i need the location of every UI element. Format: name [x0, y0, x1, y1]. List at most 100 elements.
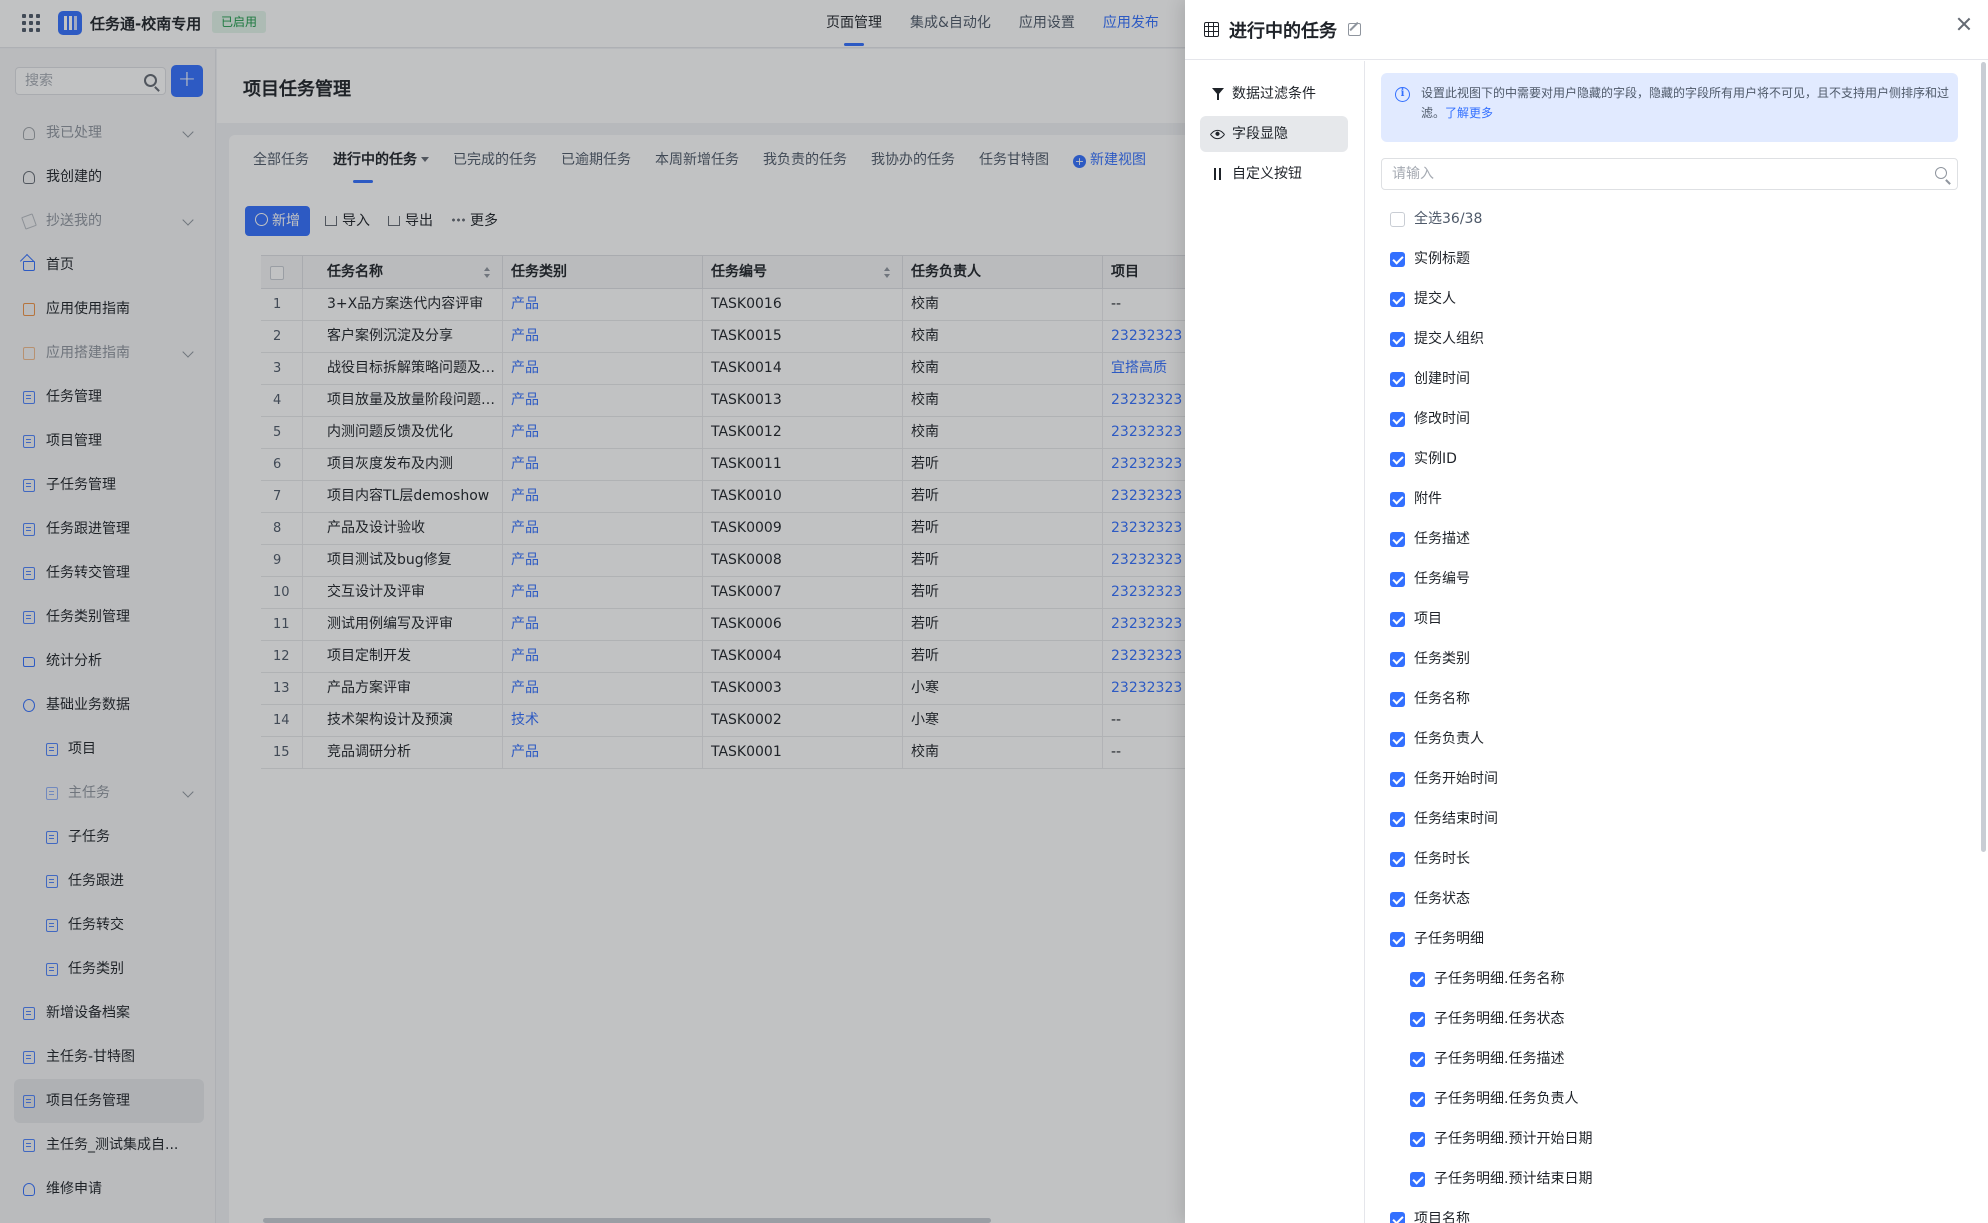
field-visibility-item[interactable]: 子任务明细.任务描述 — [1410, 1039, 1950, 1079]
field-checkbox[interactable] — [1390, 492, 1405, 507]
field-list: 全选36/38 实例标题提交人提交人组织创建时间修改时间实例ID 附件任务描述任务… — [1390, 199, 1950, 1223]
field-checkbox[interactable] — [1390, 572, 1405, 587]
field-checkbox[interactable] — [1410, 1132, 1425, 1147]
field-checkbox[interactable] — [1410, 972, 1425, 987]
field-checkbox[interactable] — [1390, 932, 1405, 947]
field-visibility-item[interactable]: 提交人 — [1390, 279, 1950, 319]
field-label: 任务结束时间 — [1414, 811, 1498, 827]
field-label: 任务时长 — [1414, 851, 1470, 867]
drawer-nav-data-filter-label: 数据过滤条件 — [1232, 86, 1316, 102]
field-visibility-item[interactable]: 任务编号 — [1390, 559, 1950, 599]
drawer-header: 进行中的任务 — [1185, 0, 1988, 60]
field-label: 任务编号 — [1414, 571, 1470, 587]
field-checkbox[interactable] — [1390, 1212, 1405, 1223]
field-visibility-item[interactable]: 子任务明细.任务负责人 — [1410, 1079, 1950, 1119]
drawer-nav-custom-buttons[interactable]: 自定义按钮 — [1200, 156, 1348, 192]
drawer-nav-field-visibility[interactable]: 字段显隐 — [1200, 116, 1348, 152]
field-visibility-item[interactable]: 子任务明细.预计结束日期 — [1410, 1159, 1950, 1199]
field-checkbox[interactable] — [1390, 252, 1405, 267]
field-checkbox[interactable] — [1390, 692, 1405, 707]
learn-more-link[interactable]: 了解更多 — [1445, 106, 1493, 120]
field-search-input[interactable] — [1382, 159, 1912, 189]
info-icon: i — [1395, 87, 1410, 102]
field-label: 附件 — [1414, 491, 1442, 507]
field-visibility-item[interactable]: 实例标题 — [1390, 239, 1950, 279]
field-visibility-item[interactable]: 任务状态 — [1390, 879, 1950, 919]
field-label: 任务负责人 — [1414, 731, 1484, 747]
field-checkbox[interactable] — [1410, 1052, 1425, 1067]
field-checkbox[interactable] — [1390, 772, 1405, 787]
field-label: 修改时间 — [1414, 411, 1470, 427]
field-checkbox[interactable] — [1410, 1012, 1425, 1027]
drawer-nav-data-filter[interactable]: 数据过滤条件 — [1200, 76, 1348, 112]
field-label: 任务名称 — [1414, 691, 1470, 707]
field-checkbox[interactable] — [1390, 412, 1405, 427]
field-checkbox[interactable] — [1390, 732, 1405, 747]
field-checkbox[interactable] — [1390, 292, 1405, 307]
filter-icon — [1212, 88, 1224, 100]
field-checkbox[interactable] — [1390, 852, 1405, 867]
field-label: 实例标题 — [1414, 251, 1470, 267]
custom-button-icon — [1212, 168, 1224, 180]
drawer-body: i 设置此视图下的中需要对用户隐藏的字段，隐藏的字段所有用户将不可见，且不支持用… — [1366, 61, 1988, 1223]
field-visibility-item[interactable]: 子任务明细.预计开始日期 — [1410, 1119, 1950, 1159]
field-label: 实例ID — [1414, 451, 1457, 467]
field-label: 子任务明细.预计开始日期 — [1434, 1131, 1593, 1147]
field-visibility-item[interactable]: 子任务明细.任务状态 — [1410, 999, 1950, 1039]
field-visibility-item[interactable]: 子任务明细.任务名称 — [1410, 959, 1950, 999]
close-icon[interactable] — [1955, 15, 1973, 33]
field-label: 任务描述 — [1414, 531, 1470, 547]
field-visibility-item[interactable]: 提交人组织 — [1390, 319, 1950, 359]
select-all-checkbox[interactable] — [1390, 212, 1405, 227]
field-visibility-item[interactable]: 任务类别 — [1390, 639, 1950, 679]
field-visibility-item[interactable]: 任务结束时间 — [1390, 799, 1950, 839]
select-all-fields[interactable]: 全选36/38 — [1390, 199, 1950, 239]
view-settings-drawer: 进行中的任务 数据过滤条件 字段显隐 自定义按钮 i 设置此视图下的中需要对用户… — [1185, 0, 1988, 1223]
field-visibility-item[interactable]: 实例ID — [1390, 439, 1950, 479]
field-label: 子任务明细.任务负责人 — [1434, 1091, 1579, 1107]
field-label: 子任务明细.预计结束日期 — [1434, 1171, 1593, 1187]
field-visibility-item[interactable]: 任务描述 — [1390, 519, 1950, 559]
info-text-body: 设置此视图下的中需要对用户隐藏的字段，隐藏的字段所有用户将不可见，且不支持用户侧… — [1421, 86, 1950, 120]
field-visibility-item[interactable]: 任务时长 — [1390, 839, 1950, 879]
search-icon[interactable] — [1935, 167, 1947, 179]
field-label: 创建时间 — [1414, 371, 1470, 387]
field-checkbox[interactable] — [1390, 532, 1405, 547]
field-label: 任务开始时间 — [1414, 771, 1498, 787]
field-label: 任务状态 — [1414, 891, 1470, 907]
field-label: 项目 — [1414, 611, 1442, 627]
field-visibility-item[interactable]: 附件 — [1390, 479, 1950, 519]
field-visibility-item[interactable]: 项目名称 — [1390, 1199, 1950, 1223]
field-visibility-item[interactable]: 修改时间 — [1390, 399, 1950, 439]
field-checkbox[interactable] — [1390, 372, 1405, 387]
field-checkbox[interactable] — [1390, 652, 1405, 667]
drawer-vertical-scrollbar[interactable] — [1981, 62, 1986, 852]
field-checkbox[interactable] — [1390, 452, 1405, 467]
field-checkbox[interactable] — [1410, 1172, 1425, 1187]
field-checkbox[interactable] — [1390, 332, 1405, 347]
field-visibility-item[interactable]: 项目 — [1390, 599, 1950, 639]
field-label: 子任务明细.任务状态 — [1434, 1011, 1565, 1027]
select-all-label: 全选36/38 — [1414, 211, 1483, 227]
field-visibility-item[interactable]: 子任务明细 — [1390, 919, 1950, 959]
field-checkbox[interactable] — [1390, 812, 1405, 827]
field-label: 提交人组织 — [1414, 331, 1484, 347]
field-checkbox[interactable] — [1390, 892, 1405, 907]
info-banner: i 设置此视图下的中需要对用户隐藏的字段，隐藏的字段所有用户将不可见，且不支持用… — [1381, 73, 1958, 142]
field-search[interactable] — [1381, 158, 1958, 190]
drawer-nav-custom-buttons-label: 自定义按钮 — [1232, 166, 1302, 182]
field-label: 项目名称 — [1414, 1211, 1470, 1223]
field-label: 任务类别 — [1414, 651, 1470, 667]
edit-icon[interactable] — [1348, 23, 1361, 36]
field-visibility-item[interactable]: 任务负责人 — [1390, 719, 1950, 759]
eye-icon — [1209, 126, 1226, 143]
field-label: 子任务明细 — [1414, 931, 1484, 947]
field-visibility-item[interactable]: 任务开始时间 — [1390, 759, 1950, 799]
field-visibility-item[interactable]: 任务名称 — [1390, 679, 1950, 719]
field-label: 子任务明细.任务描述 — [1434, 1051, 1565, 1067]
field-checkbox[interactable] — [1390, 612, 1405, 627]
table-icon — [1204, 22, 1219, 37]
field-visibility-item[interactable]: 创建时间 — [1390, 359, 1950, 399]
field-checkbox[interactable] — [1410, 1092, 1425, 1107]
drawer-title: 进行中的任务 — [1229, 21, 1337, 42]
